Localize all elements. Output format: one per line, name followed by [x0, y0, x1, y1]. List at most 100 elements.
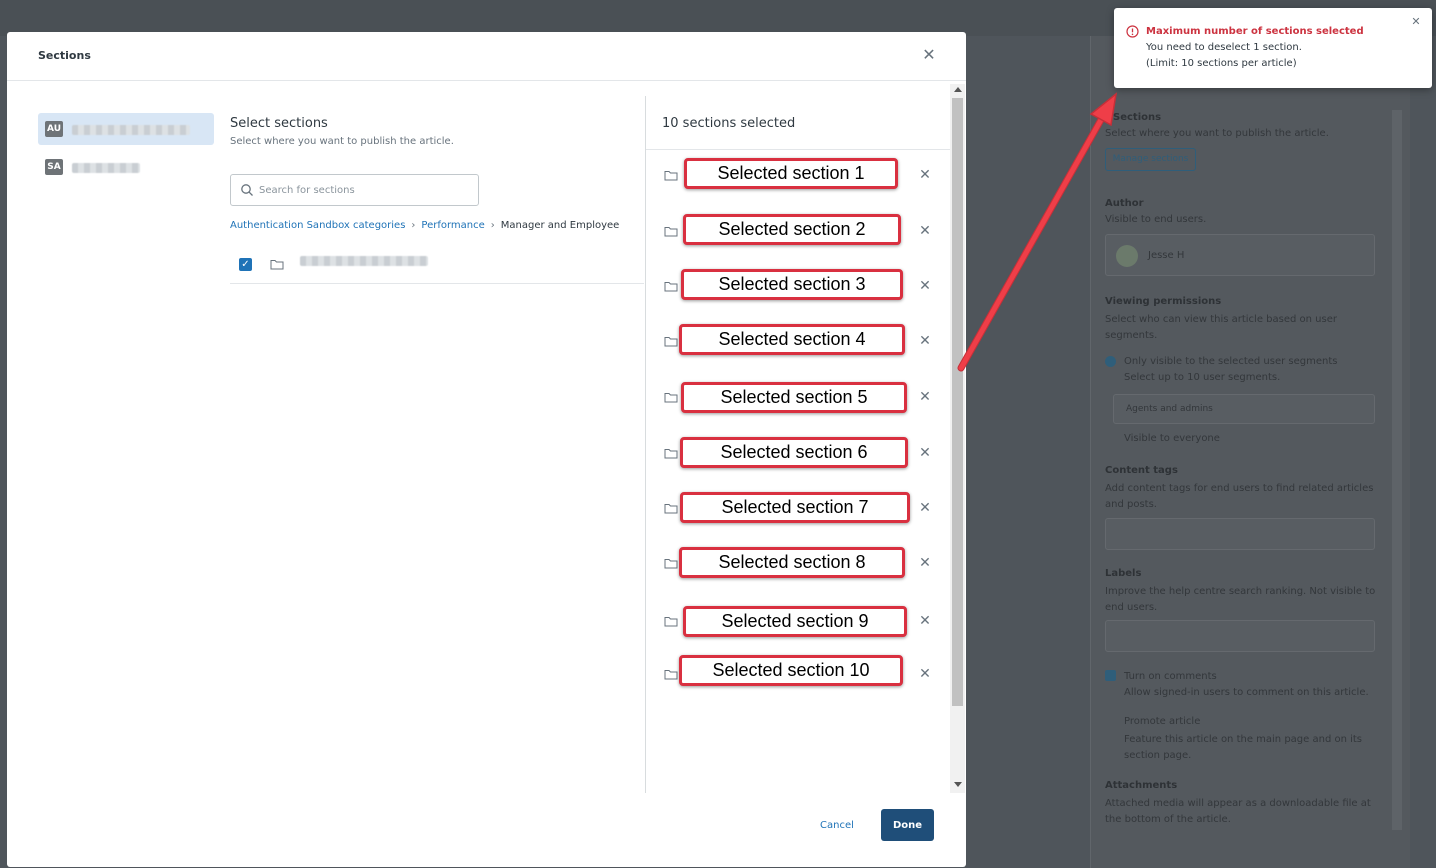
bg-promote-sub: Feature this article on the main page an…: [1124, 734, 1363, 761]
background-scrollbar: [1392, 110, 1402, 830]
remove-icon[interactable]: ✕: [918, 446, 932, 460]
selected-section-item: Selected section 1 ✕: [646, 156, 950, 196]
selected-section-item: Selected section 9 ✕: [646, 602, 950, 642]
bg-only-visible: Only visible to the selected user segmen…: [1124, 356, 1338, 367]
remove-icon[interactable]: ✕: [918, 614, 932, 628]
bg-labels-heading: Labels: [1105, 568, 1142, 579]
bg-manage-sections-button: Manage sections: [1105, 148, 1196, 171]
brand-item-sa[interactable]: SA: [38, 151, 214, 183]
modal-scrollbar[interactable]: [950, 84, 965, 793]
folder-icon: [664, 449, 678, 459]
bg-viewing-heading: Viewing permissions: [1105, 296, 1222, 307]
breadcrumb-item-categories[interactable]: Authentication Sandbox categories: [230, 220, 405, 231]
selected-section-item: Selected section 3 ✕: [646, 267, 950, 307]
remove-icon[interactable]: ✕: [918, 279, 932, 293]
cancel-button[interactable]: Cancel: [807, 809, 867, 841]
selected-section-item: Selected section 10 ✕: [646, 655, 950, 695]
checkbox-checked[interactable]: ✓: [239, 258, 252, 271]
remove-icon[interactable]: ✕: [918, 667, 932, 681]
bg-author-avatar: [1116, 245, 1138, 267]
bg-labels-sub: Improve the help centre search ranking. …: [1105, 586, 1376, 613]
bg-promote-label: Promote article: [1124, 716, 1201, 727]
error-toast: Maximum number of sections selected You …: [1114, 8, 1432, 88]
chevron-right-icon: ›: [490, 220, 495, 231]
selected-section-label: Selected section 10: [679, 655, 903, 686]
search-input[interactable]: [259, 176, 474, 204]
selected-section-label: Selected section 3: [681, 269, 903, 300]
bg-comments-label: Turn on comments: [1124, 671, 1217, 682]
section-list-item[interactable]: ✓: [230, 247, 644, 284]
bg-attachments-sub: Attached media will appear as a download…: [1105, 798, 1371, 825]
select-sections-heading: Select sections: [230, 116, 328, 131]
bg-comments-sub: Allow signed-in users to comment on this…: [1124, 687, 1369, 698]
bg-select-up-to: Select up to 10 user segments.: [1124, 372, 1281, 383]
folder-icon: [664, 337, 678, 347]
bg-sections-sub: Select where you want to publish the art…: [1105, 128, 1329, 139]
selected-section-label: Selected section 7: [680, 492, 910, 523]
bg-visible-everyone: Visible to everyone: [1124, 433, 1220, 444]
alert-circle-icon: [1126, 25, 1139, 38]
selected-section-label: Selected section 8: [679, 547, 905, 578]
toast-limit: (Limit: 10 sections per article): [1146, 58, 1297, 69]
remove-icon[interactable]: ✕: [918, 390, 932, 404]
folder-icon: [664, 171, 678, 181]
bg-author-select: Jesse H: [1105, 234, 1375, 276]
remove-icon[interactable]: ✕: [918, 501, 932, 515]
breadcrumb-item-performance[interactable]: Performance: [421, 220, 484, 231]
select-sections-sub: Select where you want to publish the art…: [230, 136, 454, 147]
modal-header: Sections ✕: [7, 32, 966, 81]
selected-section-item: Selected section 4 ✕: [646, 322, 950, 362]
bg-segment-tag: Agents and admins: [1126, 404, 1213, 414]
scrollbar-thumb[interactable]: [952, 98, 963, 706]
brand-item-au[interactable]: AU: [38, 113, 214, 145]
remove-icon[interactable]: ✕: [918, 556, 932, 570]
background-properties-panel: Sections Select where you want to publis…: [1090, 36, 1410, 868]
search-box: [230, 174, 479, 206]
chevron-right-icon: ›: [411, 220, 416, 231]
selected-section-item: Selected section 2 ✕: [646, 212, 950, 252]
bg-attachments-heading: Attachments: [1105, 780, 1178, 791]
folder-icon: [664, 504, 678, 514]
sections-modal: Sections ✕ AU SA Select sections Select …: [7, 32, 966, 867]
toast-message: You need to deselect 1 section.: [1146, 42, 1302, 53]
bg-content-tags-sub: Add content tags for end users to find r…: [1105, 483, 1374, 510]
scroll-up-icon[interactable]: [954, 87, 962, 92]
selected-section-label: Selected section 9: [683, 606, 907, 637]
brand-badge: AU: [45, 121, 63, 137]
brand-list: AU SA: [38, 113, 214, 189]
folder-icon: [664, 227, 678, 237]
remove-icon[interactable]: ✕: [918, 168, 932, 182]
brand-badge: SA: [45, 159, 63, 175]
folder-icon: [664, 282, 678, 292]
remove-icon[interactable]: ✕: [918, 334, 932, 348]
done-button[interactable]: Done: [881, 809, 934, 841]
search-icon: [241, 184, 253, 196]
bg-author-heading: Author: [1105, 198, 1144, 209]
redacted-brand-name: [72, 125, 190, 135]
bg-content-tags-input: [1105, 518, 1375, 550]
bg-content-tags-heading: Content tags: [1105, 465, 1178, 476]
folder-icon: [664, 670, 678, 680]
bg-checkbox-icon: [1105, 670, 1116, 681]
selected-section-label: Selected section 5: [681, 382, 907, 413]
bg-sections-heading: Sections: [1113, 112, 1162, 123]
selected-section-label: Selected section 1: [684, 158, 898, 189]
close-icon[interactable]: ✕: [921, 47, 937, 63]
selected-section-item: Selected section 5 ✕: [646, 378, 950, 418]
folder-icon: [664, 617, 678, 627]
selected-section-label: Selected section 2: [683, 214, 901, 245]
bg-radio-icon: [1105, 356, 1116, 367]
bg-labels-input: [1105, 620, 1375, 652]
selected-section-item: Selected section 7 ✕: [646, 489, 950, 529]
bg-segment-select: Agents and admins: [1113, 394, 1375, 424]
bg-author-sub: Visible to end users.: [1105, 214, 1207, 225]
redacted-section-name: [300, 256, 428, 266]
selected-section-item: Selected section 6 ✕: [646, 434, 950, 474]
scroll-down-icon[interactable]: [954, 782, 962, 787]
close-icon[interactable]: ✕: [1410, 16, 1422, 28]
modal-title: Sections: [38, 49, 91, 62]
bg-author-name: Jesse H: [1148, 250, 1185, 261]
remove-icon[interactable]: ✕: [918, 224, 932, 238]
redacted-brand-name: [72, 163, 140, 173]
selected-section-label: Selected section 4: [679, 324, 905, 355]
